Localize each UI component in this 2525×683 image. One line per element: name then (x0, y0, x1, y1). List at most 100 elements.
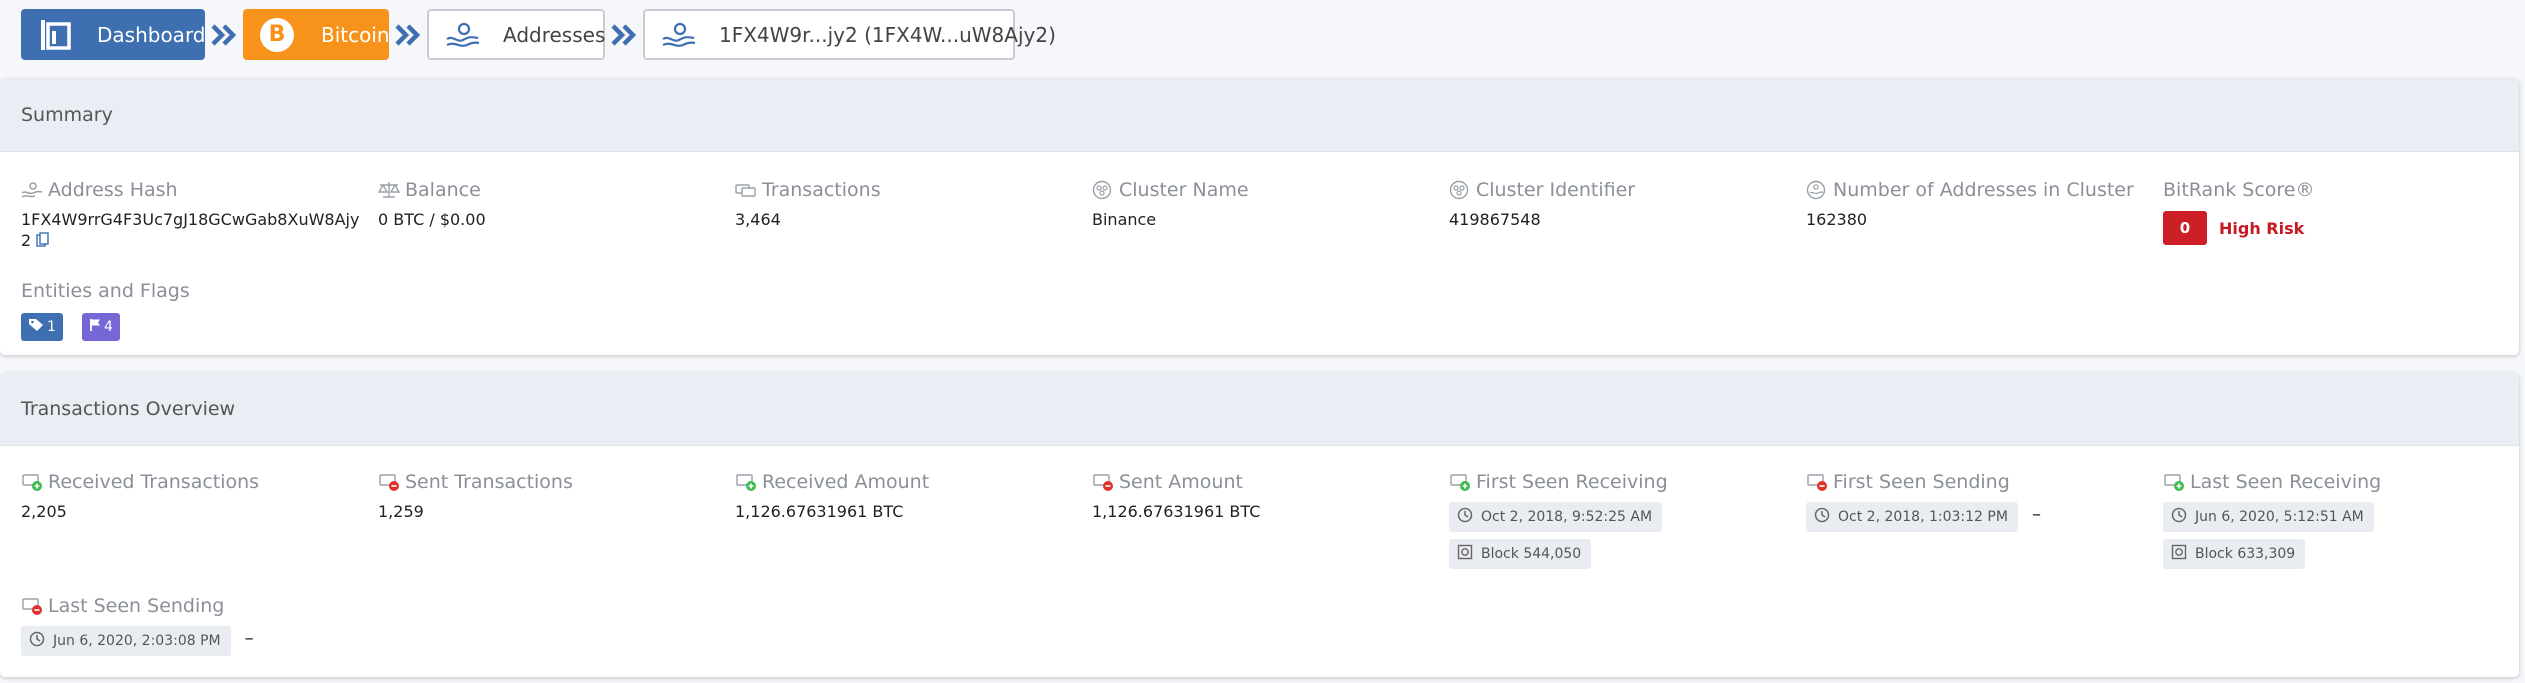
block-icon (2171, 544, 2195, 564)
first-seen-receiving-time-text: Oct 2, 2018, 9:52:25 AM (1481, 509, 1653, 525)
sent-transactions-field: Sent Transactions 1,259 (378, 469, 718, 522)
balance-label: Balance (405, 179, 481, 201)
breadcrumb-current-address[interactable]: 1FX4W9r...jy2 (1FX4W...uW8Ajy2) (643, 9, 1056, 60)
entities-tag-chip[interactable]: 1 (21, 313, 63, 341)
bitrank-label: BitRank Score® (2163, 179, 2315, 201)
transactions-label: Transactions (762, 179, 881, 201)
first-seen-receiving-block[interactable]: Block 544,050 (1449, 539, 1592, 569)
cluster-identifier-label: Cluster Identifier (1476, 179, 1636, 201)
tag-icon (28, 318, 47, 336)
last-seen-sending-time: Jun 6, 2020, 2:03:08 PM (21, 626, 231, 656)
first-seen-sending-time-text: Oct 2, 2018, 1:03:12 PM (1838, 509, 2008, 525)
first-seen-sending-field: First Seen Sending Oct 2, 2018, 1:03:12 … (1806, 469, 2146, 532)
cluster-name-field: Cluster Name Binance (1092, 177, 1432, 230)
last-seen-sending-field: Last Seen Sending Jun 6, 2020, 2:03:08 P… (21, 593, 361, 656)
copy-icon[interactable] (36, 231, 49, 252)
sent-transactions-value: 1,259 (378, 502, 424, 521)
bitrank-field: BitRank Score® 0 High Risk (2163, 177, 2503, 245)
breadcrumb-bitcoin-label: Bitcoin (321, 22, 390, 47)
last-seen-sending-time-text: Jun 6, 2020, 2:03:08 PM (53, 633, 221, 649)
last-seen-receiving-block[interactable]: Block 633,309 (2163, 539, 2306, 569)
flag-icon (89, 318, 104, 336)
flags-chip[interactable]: 4 (82, 313, 120, 341)
last-seen-receiving-block-text: Block 633,309 (2195, 546, 2296, 562)
addresses-in-cluster-field: Number of Addresses in Cluster 162380 (1806, 177, 2146, 230)
sent-amount-field: Sent Amount 1,126.67631961 BTC (1092, 469, 1432, 522)
last-seen-receiving-label: Last Seen Receiving (2190, 471, 2382, 493)
sent-amount-value: 1,126.67631961 BTC (1092, 502, 1261, 521)
address-hand-icon (659, 15, 699, 55)
received-icon (735, 471, 761, 493)
last-seen-receiving-field: Last Seen Receiving Jun 6, 2020, 5:12:51… (2163, 469, 2503, 569)
cluster-identifier-field: Cluster Identifier 419867548 (1449, 177, 1789, 230)
received-amount-label: Received Amount (762, 471, 930, 493)
bitrank-score-badge: 0 (2163, 211, 2207, 245)
clock-icon (1814, 507, 1838, 527)
received-amount-value: 1,126.67631961 BTC (735, 502, 904, 521)
sent-amount-label: Sent Amount (1119, 471, 1243, 493)
first-seen-receiving-block-text: Block 544,050 (1481, 546, 1582, 562)
breadcrumb-dashboard[interactable]: Dashboard (21, 9, 206, 60)
dashboard-icon (35, 15, 75, 55)
balance-field: Balance 0 BTC / $0.00 (378, 177, 718, 230)
block-icon (1457, 544, 1481, 564)
received-transactions-label: Received Transactions (48, 471, 260, 493)
address-hand-icon (443, 15, 483, 55)
transactions-icon (735, 179, 761, 201)
transactions-overview-panel: Transactions Overview Received Transacti… (0, 373, 2519, 677)
last-seen-receiving-time-text: Jun 6, 2020, 5:12:51 AM (2195, 509, 2364, 525)
sent-icon (1806, 471, 1832, 493)
address-hash-label: Address Hash (48, 179, 178, 201)
summary-title: Summary (0, 79, 2519, 152)
last-seen-sending-label: Last Seen Sending (48, 595, 225, 617)
last-seen-sending-block-empty: – (244, 628, 254, 649)
cluster-identifier-value: 419867548 (1449, 210, 1541, 229)
clock-icon (29, 631, 53, 651)
sent-icon (1092, 471, 1118, 493)
first-seen-receiving-field: First Seen Receiving Oct 2, 2018, 9:52:2… (1449, 469, 1789, 569)
addresses-in-cluster-label: Number of Addresses in Cluster (1833, 179, 2134, 201)
flags-count: 4 (104, 319, 113, 335)
breadcrumb-bitcoin[interactable]: B Bitcoin (243, 9, 390, 60)
transactions-value: 3,464 (735, 210, 781, 229)
cluster-name-value: Binance (1092, 210, 1157, 229)
first-seen-receiving-label: First Seen Receiving (1476, 471, 1668, 493)
address-hash-value-end: 2 (21, 231, 32, 250)
cluster-name-label: Cluster Name (1119, 179, 1249, 201)
sent-transactions-label: Sent Transactions (405, 471, 573, 493)
sent-icon (21, 595, 47, 617)
entities-tag-count: 1 (47, 319, 56, 335)
transactions-overview-title: Transactions Overview (0, 373, 2519, 446)
first-seen-sending-time: Oct 2, 2018, 1:03:12 PM (1806, 502, 2018, 532)
received-icon (1449, 471, 1475, 493)
clock-icon (2171, 507, 2195, 527)
address-hash-value: 1FX4W9rrG4F3Uc7gJ18GCwGab8XuW8Ajy (21, 210, 360, 229)
address-hash-field: Address Hash 1FX4W9rrG4F3Uc7gJ18GCwGab8X… (21, 177, 361, 252)
bitcoin-icon: B (257, 15, 297, 55)
address-hand-icon (21, 179, 47, 201)
cluster-icon (1092, 179, 1118, 201)
entities-flags-field: Entities and Flags 1 4 (21, 278, 361, 341)
chevron-right-icon (205, 23, 243, 46)
cluster-address-icon (1806, 179, 1832, 201)
first-seen-sending-label: First Seen Sending (1833, 471, 2010, 493)
received-amount-field: Received Amount 1,126.67631961 BTC (735, 469, 1075, 522)
received-icon (2163, 471, 2189, 493)
breadcrumb-current-label: 1FX4W9r...jy2 (1FX4W...uW8Ajy2) (719, 22, 1056, 47)
chevron-right-icon (605, 23, 643, 46)
summary-panel: Summary Address Hash 1FX4W9rrG4F3Uc7gJ18… (0, 79, 2519, 355)
clock-icon (1457, 507, 1481, 527)
risk-level: High Risk (2219, 218, 2305, 238)
received-transactions-field: Received Transactions 2,205 (21, 469, 361, 522)
balance-value: 0 BTC / $0.00 (378, 210, 486, 229)
first-seen-sending-block-empty: – (2031, 504, 2041, 525)
breadcrumb-addresses[interactable]: Addresses (427, 9, 605, 60)
received-icon (21, 471, 47, 493)
entities-flags-label: Entities and Flags (21, 280, 190, 302)
addresses-in-cluster-value: 162380 (1806, 210, 1868, 229)
received-transactions-value: 2,205 (21, 502, 67, 521)
scale-icon (378, 179, 404, 201)
breadcrumb: Dashboard B Bitcoin Addresses 1FX4W9r...… (21, 8, 1056, 61)
sent-icon (378, 471, 404, 493)
first-seen-receiving-time: Oct 2, 2018, 9:52:25 AM (1449, 502, 1663, 532)
